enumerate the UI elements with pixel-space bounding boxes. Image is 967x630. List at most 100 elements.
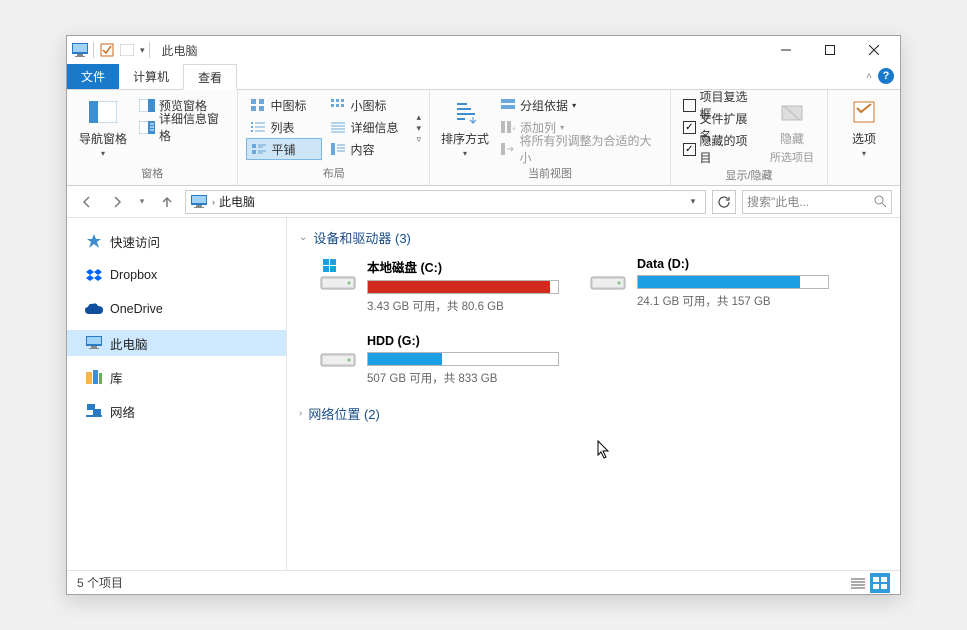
status-bar: 5 个项目 [67, 570, 900, 594]
preview-pane-icon [139, 97, 155, 113]
layout-scroll-up[interactable]: ▴ [416, 112, 421, 123]
navigation-bar: ▾ › 此电脑 ▾ 搜索"此电... [67, 186, 900, 218]
window-controls [764, 37, 896, 63]
computer-icon [190, 193, 208, 211]
drive-stat: 507 GB 可用，共 833 GB [367, 370, 559, 386]
sort-icon [449, 96, 481, 128]
tab-view[interactable]: 查看 [183, 64, 237, 90]
details-icon [330, 119, 346, 135]
ribbon-group-label: 布局 [246, 163, 421, 185]
ribbon: 导航窗格 ▾ 预览窗格 详细信息窗格 窗格 中图标 列表 平铺 [67, 90, 900, 186]
ribbon-group-current-view: 排序方式 ▾ 分组依据 ▾ +添加列 ▾ 将所有列调整为合适的大小 当前视图 [430, 90, 671, 185]
hide-items-button[interactable]: 隐藏 所选项目 [765, 94, 819, 165]
ribbon-collapse-icon[interactable]: ˄ [866, 71, 872, 82]
chevron-right-icon[interactable]: › [212, 197, 215, 207]
tiles-icon [251, 141, 267, 157]
quick-access-icon [85, 232, 103, 250]
details-pane-icon [139, 119, 155, 135]
maximize-button[interactable] [808, 37, 852, 63]
list-icon [250, 119, 266, 135]
new-folder-icon[interactable] [118, 41, 136, 59]
svg-text:+: + [512, 124, 515, 133]
layout-scroll-down[interactable]: ▾ [416, 123, 421, 134]
search-placeholder: 搜索"此电... [747, 193, 874, 210]
properties-icon[interactable] [98, 41, 116, 59]
drive-icon [319, 257, 357, 295]
system-menu-icon[interactable] [71, 41, 89, 59]
sidebar-item-network[interactable]: 网络 [67, 398, 286, 424]
fit-cols-icon [500, 141, 515, 157]
drive-name: HDD (G:) [367, 334, 559, 348]
nav-history-button[interactable]: ▾ [135, 190, 149, 214]
layout-content[interactable]: 内容 [326, 138, 412, 160]
address-crumb[interactable]: 此电脑 [219, 193, 255, 210]
hide-icon [776, 96, 808, 128]
tab-computer[interactable]: 计算机 [119, 64, 183, 89]
ribbon-tabs: 文件 计算机 查看 ˄ ? [67, 64, 900, 90]
group-header-devices[interactable]: ⌄ 设备和驱动器 (3) [299, 228, 888, 247]
layout-details[interactable]: 详细信息 [326, 116, 412, 138]
refresh-button[interactable] [712, 190, 736, 214]
sidebar-item-libraries[interactable]: 库 [67, 364, 286, 390]
help-icon[interactable]: ? [878, 68, 894, 84]
sidebar-item-dropbox[interactable]: Dropbox [67, 262, 286, 288]
titlebar: ▾ 此电脑 [67, 36, 900, 64]
checkbox-checked-icon: ✓ [683, 143, 696, 156]
view-tiles-button[interactable] [870, 573, 890, 593]
search-icon [874, 195, 887, 208]
nav-back-button[interactable] [75, 190, 99, 214]
drive-item[interactable]: Data (D:)24.1 GB 可用，共 157 GB [589, 257, 829, 314]
explorer-window: ▾ 此电脑 文件 计算机 查看 ˄ ? 导航窗格 [66, 35, 901, 595]
layout-expand[interactable]: ▿ [416, 134, 421, 145]
group-by-button[interactable]: 分组依据 ▾ [496, 94, 662, 116]
drive-name: 本地磁盘 (C:) [367, 257, 559, 276]
search-input[interactable]: 搜索"此电... [742, 190, 892, 214]
drive-usage-bar [637, 275, 829, 289]
layout-list[interactable]: 列表 [246, 116, 322, 138]
sidebar-item-onedrive[interactable]: OneDrive [67, 296, 286, 322]
ribbon-group-show-hide: 项目复选框 ✓文件扩展名 ✓隐藏的项目 隐藏 所选项目 显示/隐藏 [671, 90, 828, 185]
sort-button[interactable]: 排序方式 ▾ [438, 94, 492, 163]
sidebar-item-this-pc[interactable]: 此电脑 [67, 330, 286, 356]
ribbon-group-label: 显示/隐藏 [679, 165, 819, 187]
qat-customize-icon[interactable]: ▾ [140, 45, 145, 56]
drive-icon [589, 257, 627, 295]
ribbon-group-panes: 导航窗格 ▾ 预览窗格 详细信息窗格 窗格 [67, 90, 238, 185]
hidden-items-toggle[interactable]: ✓隐藏的项目 [679, 138, 761, 160]
libraries-icon [85, 368, 103, 386]
address-bar[interactable]: › 此电脑 ▾ [185, 190, 706, 214]
address-dropdown-icon[interactable]: ▾ [685, 196, 701, 207]
drive-name: Data (D:) [637, 257, 829, 271]
fit-columns-button[interactable]: 将所有列调整为合适的大小 [496, 138, 662, 160]
layout-small-icons[interactable]: 小图标 [326, 94, 412, 116]
options-button[interactable]: 选项 ▾ [836, 94, 892, 167]
nav-up-button[interactable] [155, 190, 179, 214]
small-icons-icon [330, 97, 346, 113]
nav-pane-button[interactable]: 导航窗格 ▾ [75, 94, 131, 158]
layout-medium-icons[interactable]: 中图标 [246, 94, 322, 116]
drive-usage-bar [367, 280, 559, 294]
nav-forward-button[interactable] [105, 190, 129, 214]
group-header-network[interactable]: › 网络位置 (2) [299, 404, 888, 423]
minimize-button[interactable] [764, 37, 808, 63]
close-button[interactable] [852, 37, 896, 63]
ribbon-group-layout: 中图标 列表 平铺 小图标 详细信息 内容 ▴ ▾ ▿ 布局 [238, 90, 430, 185]
content-pane[interactable]: ⌄ 设备和驱动器 (3) 本地磁盘 (C:)3.43 GB 可用，共 80.6 … [287, 218, 900, 570]
computer-icon [85, 334, 103, 352]
chevron-right-icon: › [299, 408, 302, 419]
group-icon [500, 97, 516, 113]
qat-separator [93, 42, 94, 58]
drive-item[interactable]: HDD (G:) 507 GB 可用，共 833 GB [319, 334, 559, 386]
checkbox-icon [683, 99, 696, 112]
content-icon [330, 141, 346, 157]
layout-tiles[interactable]: 平铺 [246, 138, 322, 160]
details-pane-button[interactable]: 详细信息窗格 [135, 116, 229, 138]
drive-item[interactable]: 本地磁盘 (C:)3.43 GB 可用，共 80.6 GB [319, 257, 559, 314]
sidebar-item-quick-access[interactable]: 快速访问 [67, 228, 286, 254]
chevron-down-icon: ⌄ [299, 232, 307, 243]
quick-access-toolbar: ▾ [71, 41, 152, 59]
window-title: 此电脑 [162, 42, 198, 59]
tab-file[interactable]: 文件 [67, 64, 119, 89]
view-details-button[interactable] [848, 573, 868, 593]
navigation-sidebar: 快速访问 Dropbox OneDrive 此电脑 库 [67, 218, 287, 570]
